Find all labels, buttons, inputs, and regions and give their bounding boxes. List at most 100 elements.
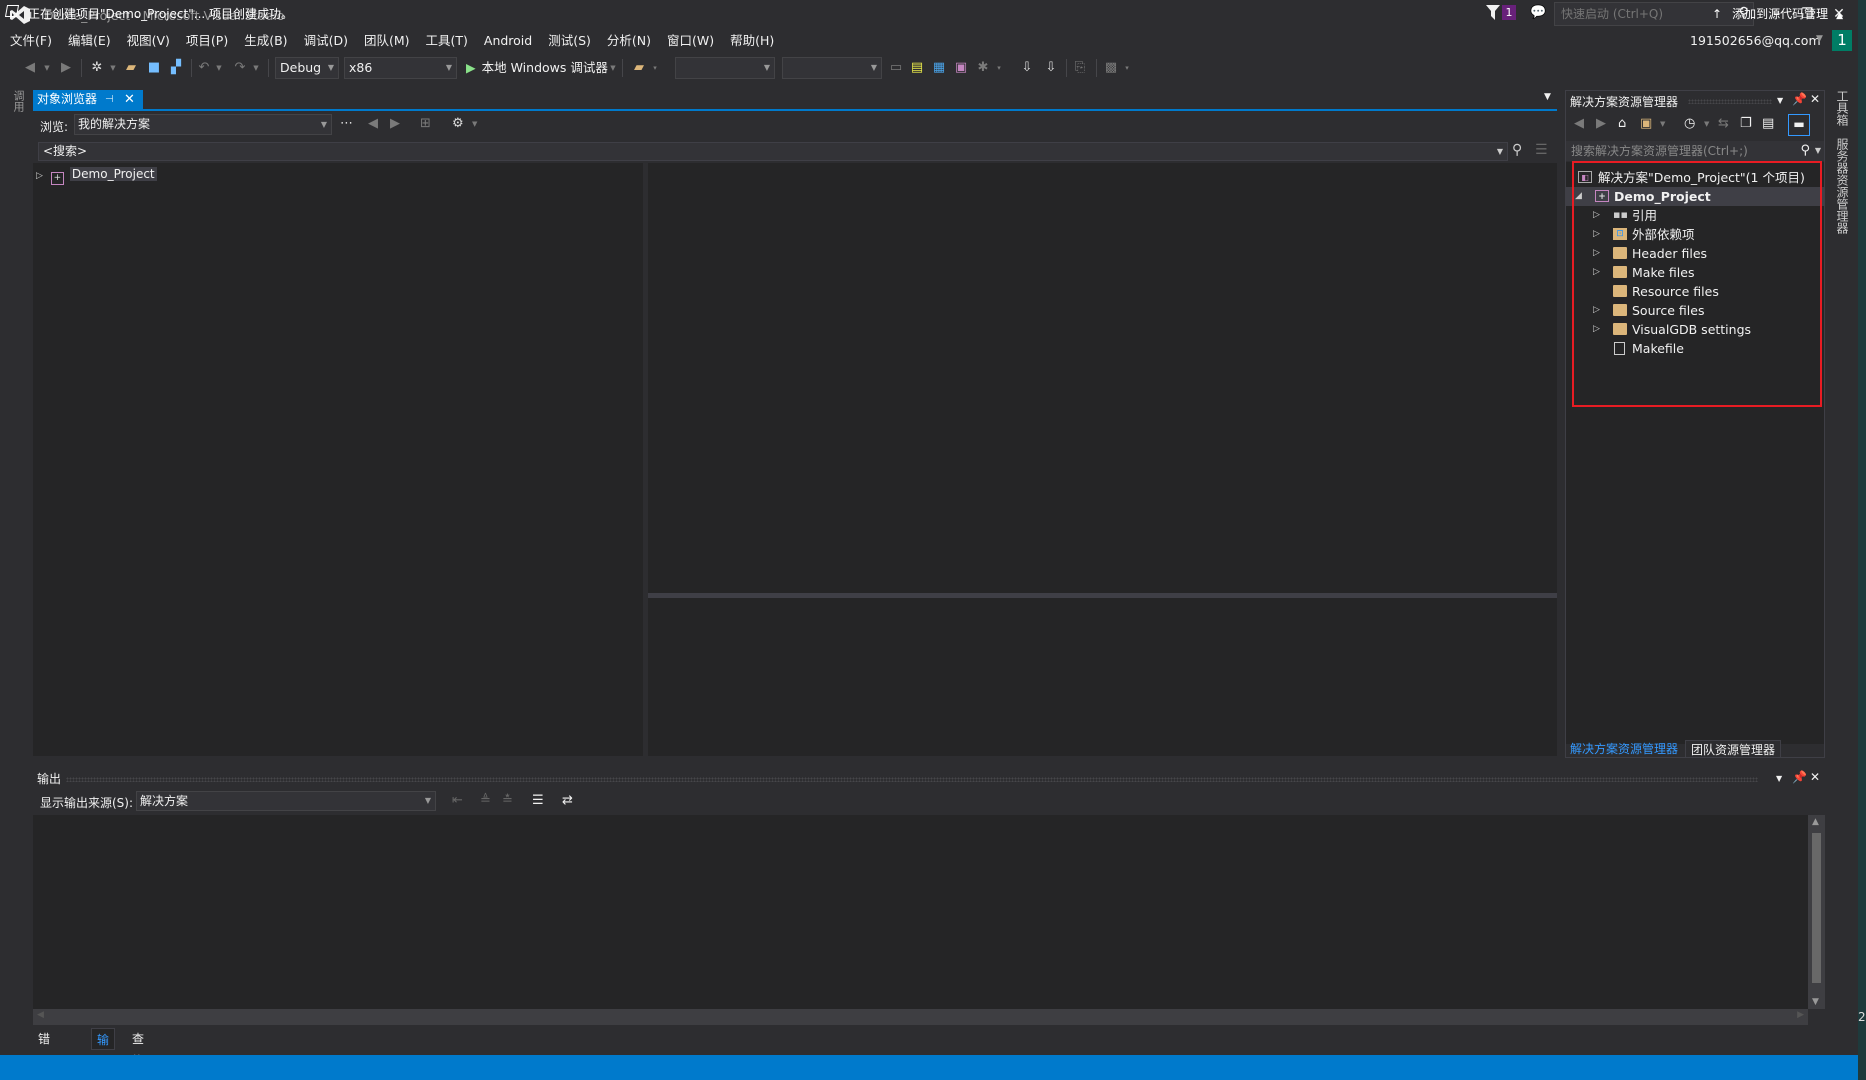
browse-scope-select[interactable]: 我的解决方案 ▼ xyxy=(74,114,332,135)
tab-find-symbol-results[interactable]: 查找符号结果 xyxy=(127,1028,149,1080)
menu-analyze[interactable]: 分析(N) xyxy=(599,30,659,52)
account-badge[interactable]: 1 xyxy=(1832,30,1852,51)
pending-changes-icon[interactable]: ◷ xyxy=(1684,116,1695,131)
undo-icon[interactable]: ↶ xyxy=(196,58,212,78)
configuration-select[interactable]: Debug ▼ xyxy=(275,57,339,79)
tab-server-explorer[interactable]: 服务器资源管理器 xyxy=(1834,138,1851,234)
menu-build[interactable]: 生成(B) xyxy=(236,30,295,52)
tab-object-browser[interactable]: 对象浏览器 ⊣ ✕ xyxy=(33,90,143,109)
account-name[interactable]: 191502656@qq.com xyxy=(1690,33,1821,48)
menu-test[interactable]: 测试(S) xyxy=(540,30,599,52)
output-source-select[interactable]: 解决方案 ▼ xyxy=(136,791,436,811)
filter-icon[interactable] xyxy=(1486,5,1500,20)
preview-selected-toggle[interactable]: ▬ xyxy=(1788,114,1810,136)
sync-icon[interactable]: ⇆ xyxy=(1718,116,1729,131)
menu-view[interactable]: 视图(V) xyxy=(119,30,178,52)
pin-icon[interactable]: 📌 xyxy=(1792,92,1807,106)
gear-icon[interactable]: ⚙ xyxy=(452,116,464,131)
toolbar-combo-1[interactable]: ▼ xyxy=(675,57,775,79)
chevron-down-icon[interactable]: ▼ xyxy=(1544,92,1551,102)
switch-views-icon[interactable]: ▣ xyxy=(1640,116,1652,131)
panel-grip[interactable] xyxy=(66,777,1758,782)
menu-project[interactable]: 项目(P) xyxy=(178,30,236,52)
tab-error-list[interactable]: 错误列表 xyxy=(33,1028,55,1080)
chevron-down-icon[interactable]: ▼ xyxy=(42,58,52,78)
add-reference-icon[interactable]: ⊞ xyxy=(420,116,431,131)
tab-toolbox[interactable]: 工具箱 xyxy=(1834,90,1851,126)
add-to-source-control-button[interactable]: ↑ 添加到源代码管理 ▲ xyxy=(1712,5,1843,22)
previous-message-icon[interactable]: ≜ xyxy=(480,793,491,808)
tab-output[interactable]: 输出 xyxy=(91,1028,116,1069)
chevron-down-icon[interactable]: ▼ xyxy=(1660,120,1665,128)
chevron-down-icon[interactable]: ▼ xyxy=(108,58,118,78)
home-icon[interactable]: ⌂ xyxy=(1618,116,1626,131)
navigate-back-icon[interactable]: ◀ xyxy=(368,116,378,131)
clear-all-icon[interactable]: ☰ xyxy=(532,793,544,808)
menu-edit[interactable]: 编辑(E) xyxy=(60,30,119,52)
word-wrap-icon[interactable]: ⇄ xyxy=(562,793,573,808)
scroll-up-icon[interactable]: ▲ xyxy=(1812,817,1819,827)
navigate-forward-icon[interactable]: ▶ xyxy=(1596,116,1606,131)
menu-window[interactable]: 窗口(W) xyxy=(659,30,722,52)
close-icon[interactable]: ✕ xyxy=(1810,770,1820,784)
new-project-icon[interactable]: ✲ xyxy=(88,58,106,78)
feedback-icon[interactable]: 💬 xyxy=(1530,5,1546,20)
find-message-icon[interactable]: ⇤ xyxy=(452,793,463,808)
scroll-down-icon[interactable]: ▼ xyxy=(1812,997,1819,1007)
toolbar-action-icon[interactable]: ▣ xyxy=(952,58,970,78)
toolbar-action-icon[interactable]: ⎘ xyxy=(1072,58,1088,78)
chevron-down-icon[interactable]: ▼ xyxy=(472,120,477,128)
toolbar-action-icon[interactable]: ✱ xyxy=(974,58,992,78)
navigate-forward-icon[interactable]: ▶ xyxy=(390,116,400,131)
chevron-down-icon[interactable]: ▼ xyxy=(1816,34,1823,44)
tab-team-explorer[interactable]: 团队资源管理器 xyxy=(1685,740,1782,758)
notification-badge[interactable]: 1 xyxy=(1502,5,1516,20)
open-file-icon[interactable]: ▰ xyxy=(122,58,140,78)
toolbar-overflow-icon[interactable]: ▾ xyxy=(994,58,1004,78)
output-vertical-scrollbar[interactable]: ▲ ▼ xyxy=(1808,815,1825,1009)
chevron-down-icon[interactable]: ▼ xyxy=(251,58,261,78)
chevron-down-icon[interactable]: ▼ xyxy=(214,58,224,78)
output-horizontal-scrollbar[interactable]: ◀ ▶ xyxy=(33,1009,1808,1025)
chevron-down-icon[interactable]: ▼ xyxy=(1815,141,1821,161)
left-strip-tab[interactable]: 调用 xyxy=(10,90,25,112)
download-icon[interactable]: ⇩ xyxy=(1018,58,1036,78)
platform-select[interactable]: x86 ▼ xyxy=(344,57,457,79)
close-icon[interactable]: ✕ xyxy=(124,90,135,109)
menu-file[interactable]: 文件(F) xyxy=(0,30,60,52)
download-icon[interactable]: ⇩ xyxy=(1042,58,1060,78)
redo-icon[interactable]: ↷ xyxy=(232,58,248,78)
chevron-down-icon[interactable]: ▼ xyxy=(608,58,618,78)
navigate-back-icon[interactable]: ◀ xyxy=(22,58,38,78)
chevron-down-icon[interactable]: ▼ xyxy=(1704,120,1709,128)
toolbar-combo-2[interactable]: ▼ xyxy=(782,57,882,79)
search-icon[interactable]: ⚲ xyxy=(1512,142,1522,158)
expand-arrow-icon[interactable]: ▷ xyxy=(36,171,43,181)
find-in-files-icon[interactable]: ▰ xyxy=(630,58,648,78)
menu-android[interactable]: Android xyxy=(476,30,540,52)
save-icon[interactable]: ■ xyxy=(146,58,162,78)
menu-tools[interactable]: 工具(T) xyxy=(418,30,476,52)
save-all-icon[interactable]: ▞ xyxy=(167,58,185,78)
scroll-left-icon[interactable]: ◀ xyxy=(37,1010,44,1020)
pin-icon[interactable]: ⊣ xyxy=(105,90,114,109)
chevron-down-icon[interactable]: ▼ xyxy=(1776,774,1782,783)
pin-icon[interactable]: 📌 xyxy=(1792,770,1807,784)
scroll-right-icon[interactable]: ▶ xyxy=(1797,1010,1804,1020)
toolbar-overflow-icon[interactable]: ▾ xyxy=(650,58,660,78)
toolbar-action-icon[interactable]: ▦ xyxy=(930,58,948,78)
more-icon[interactable]: ⋯ xyxy=(340,116,353,131)
tree-item-project[interactable]: ▷ + Demo_Project xyxy=(36,166,157,185)
next-message-icon[interactable]: ≛ xyxy=(502,793,513,808)
menu-debug[interactable]: 调试(D) xyxy=(296,30,356,52)
navigate-forward-icon[interactable]: ▶ xyxy=(58,58,74,78)
solution-search-input[interactable]: 搜索解决方案资源管理器(Ctrl+;) ⚲ ▼ xyxy=(1566,141,1824,161)
close-icon[interactable]: ✕ xyxy=(1810,92,1820,106)
chevron-down-icon[interactable]: ▼ xyxy=(1777,96,1783,105)
toolbar-action-icon[interactable]: ▤ xyxy=(908,58,926,78)
panel-grip[interactable] xyxy=(1688,99,1772,104)
step-icon[interactable]: ▭ xyxy=(888,58,904,78)
clear-search-icon[interactable]: ☰ xyxy=(1535,142,1548,158)
tab-solution-explorer[interactable]: 解决方案资源管理器 xyxy=(1565,740,1683,758)
toolbar-overflow-icon[interactable]: ▾ xyxy=(1122,58,1132,78)
